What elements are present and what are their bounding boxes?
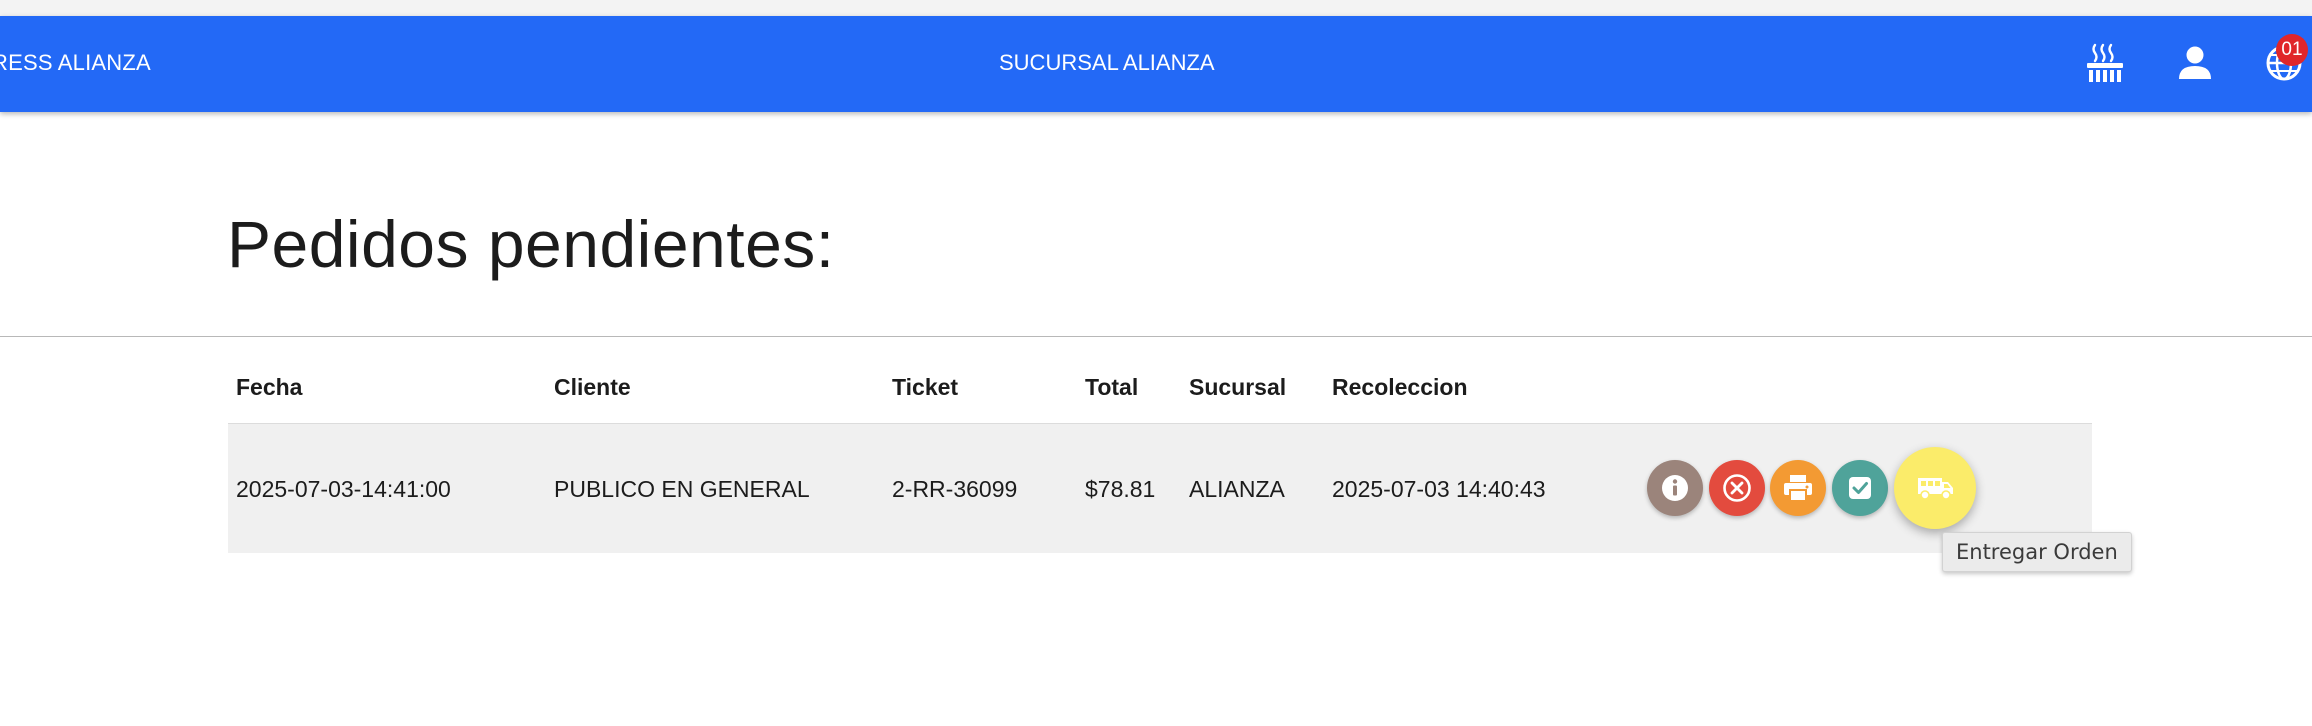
cell-ticket: 2-RR-36099	[892, 476, 1018, 502]
column-header-fecha: Fecha	[236, 374, 303, 400]
kitchen-button[interactable]	[2082, 40, 2128, 86]
check-icon	[1849, 477, 1871, 499]
deliver-order-button[interactable]	[1894, 447, 1976, 529]
van-icon	[1918, 478, 1953, 500]
notification-badge: 01	[2276, 34, 2308, 66]
cell-cliente: PUBLICO EN GENERAL	[554, 476, 810, 502]
browser-top-strip	[0, 0, 2312, 16]
printer-icon	[1784, 475, 1812, 502]
complete-button[interactable]	[1832, 460, 1888, 516]
kitchen-icon	[2087, 43, 2123, 82]
column-header-cliente: Cliente	[554, 374, 631, 400]
page-title: Pedidos pendientes:	[227, 207, 835, 281]
branch-title: SUCURSAL ALIANZA	[999, 50, 1215, 75]
column-header-recoleccion: Recoleccion	[1332, 374, 1468, 400]
print-button[interactable]	[1770, 460, 1826, 516]
user-icon	[2179, 46, 2211, 79]
app-bar: RESS ALIANZA SUCURSAL ALIANZA	[0, 16, 2312, 112]
info-icon	[1662, 475, 1688, 501]
cell-recoleccion: 2025-07-03 14:40:43	[1332, 476, 1546, 502]
column-header-ticket: Ticket	[892, 374, 959, 400]
deliver-tooltip: Entregar Orden	[1942, 532, 2132, 572]
profile-button[interactable]	[2172, 40, 2218, 86]
column-header-sucursal: Sucursal	[1189, 374, 1287, 400]
cancel-order-button[interactable]	[1709, 460, 1765, 516]
brand-title: RESS ALIANZA	[0, 50, 151, 75]
cell-fecha: 2025-07-03-14:41:00	[236, 476, 451, 502]
row-border	[228, 423, 2092, 424]
cell-total: $78.81	[1085, 476, 1156, 502]
title-divider	[0, 336, 2312, 337]
column-header-total: Total	[1085, 374, 1139, 400]
cell-sucursal: ALIANZA	[1189, 476, 1285, 502]
info-button[interactable]	[1647, 460, 1703, 516]
cancel-icon	[1723, 474, 1751, 502]
